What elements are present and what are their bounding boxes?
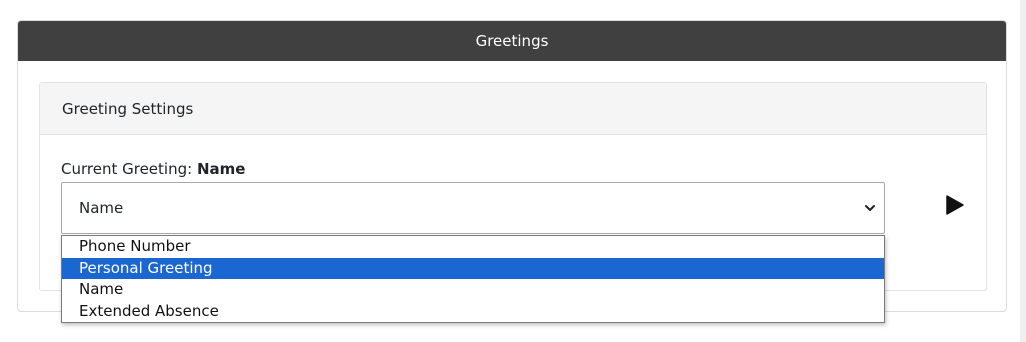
greeting-settings-title: Greeting Settings bbox=[62, 99, 194, 118]
panel-title: Greetings bbox=[475, 32, 549, 50]
page-scrollbar[interactable] bbox=[1020, 0, 1026, 342]
option-phone-number[interactable]: Phone Number bbox=[62, 236, 884, 258]
greeting-select-value: Name bbox=[79, 199, 124, 217]
option-name[interactable]: Name bbox=[62, 279, 884, 301]
current-greeting-label: Current Greeting: bbox=[61, 160, 193, 178]
current-greeting-line: Current Greeting: Name bbox=[61, 160, 245, 178]
chevron-down-icon bbox=[865, 205, 875, 211]
play-icon[interactable] bbox=[946, 195, 964, 215]
greeting-options-list: Phone Number Personal Greeting Name Exte… bbox=[61, 235, 885, 323]
greeting-settings-header: Greeting Settings bbox=[40, 83, 986, 135]
greeting-select[interactable]: Name bbox=[61, 182, 885, 234]
current-greeting-value: Name bbox=[196, 160, 246, 178]
option-extended-absence[interactable]: Extended Absence bbox=[62, 301, 884, 323]
option-personal-greeting[interactable]: Personal Greeting bbox=[62, 257, 884, 279]
greetings-panel-header: Greetings bbox=[18, 21, 1006, 61]
